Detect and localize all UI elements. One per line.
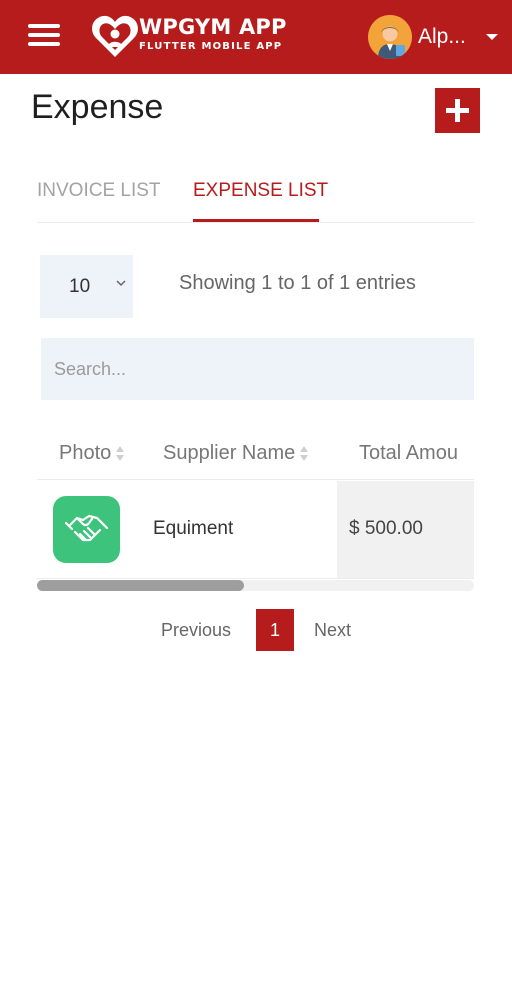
column-label: Total Amou xyxy=(359,442,458,464)
table-header: Photo Supplier Name Total Amou xyxy=(37,430,474,480)
column-label: Supplier Name xyxy=(163,442,296,464)
column-label: Photo xyxy=(59,442,112,464)
entries-info: Showing 1 to 1 of 1 entries xyxy=(179,272,416,294)
brand-subtitle: FLUTTER MOBILE APP xyxy=(139,41,283,52)
avatar xyxy=(368,15,412,59)
caret-down-icon xyxy=(486,34,498,40)
chevron-down-icon xyxy=(116,280,126,287)
brand-title: WPGYM APP xyxy=(139,15,287,39)
next-page-button[interactable]: Next xyxy=(314,620,351,641)
sort-icon xyxy=(300,445,309,462)
handshake-icon xyxy=(64,514,109,542)
page-size-select[interactable]: 10 xyxy=(40,255,133,318)
active-tab-indicator xyxy=(193,219,319,222)
search-input[interactable] xyxy=(41,338,474,400)
app-bar: WPGYM APP FLUTTER MOBILE APP Alp... xyxy=(0,0,512,74)
page-size-value: 10 xyxy=(69,276,91,297)
previous-page-button[interactable]: Previous xyxy=(161,620,231,641)
scrollbar-thumb[interactable] xyxy=(37,580,244,591)
tab-invoice-list[interactable]: INVOICE LIST xyxy=(37,180,161,202)
horizontal-scrollbar[interactable] xyxy=(37,580,474,591)
page-1-button[interactable]: 1 xyxy=(256,609,294,651)
user-avatar-icon xyxy=(368,15,412,59)
sort-icon xyxy=(116,445,125,462)
supplier-name: Equiment xyxy=(153,518,234,539)
menu-icon[interactable] xyxy=(28,24,60,50)
user-name: Alp... xyxy=(418,25,466,48)
column-header-photo[interactable]: Photo xyxy=(59,442,125,465)
amount-cell: $ 500.00 xyxy=(337,481,474,578)
expense-photo xyxy=(53,496,120,563)
column-header-total-amount[interactable]: Total Amou xyxy=(359,442,458,465)
table-row[interactable]: Equiment $ 500.00 xyxy=(37,481,474,579)
total-amount: $ 500.00 xyxy=(349,518,423,539)
page-title: Expense xyxy=(31,88,164,126)
add-expense-button[interactable] xyxy=(435,88,480,133)
tab-bar: INVOICE LIST EXPENSE LIST xyxy=(37,176,474,223)
heart-logo-icon xyxy=(92,15,138,57)
tab-expense-list[interactable]: EXPENSE LIST xyxy=(193,180,328,202)
column-header-supplier-name[interactable]: Supplier Name xyxy=(163,442,309,465)
